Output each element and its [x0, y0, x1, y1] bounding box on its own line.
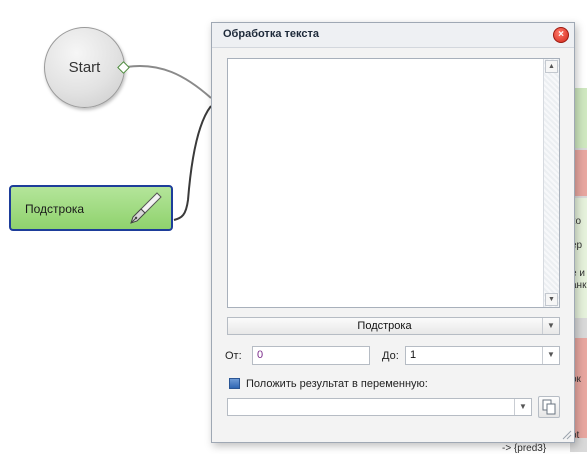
copy-icon: [542, 399, 556, 415]
scroll-up-icon[interactable]: ▲: [545, 60, 558, 73]
pen-nib-icon: [130, 192, 162, 224]
operation-dropdown[interactable]: Подстрока ▼: [227, 317, 560, 335]
variable-dropdown[interactable]: ▼: [227, 398, 532, 416]
from-label: От:: [225, 350, 242, 362]
to-label: До:: [382, 350, 399, 362]
to-value: 1: [410, 349, 417, 361]
save-to-variable-checkbox[interactable]: [229, 378, 240, 389]
dropdown-arrow-icon[interactable]: ▼: [542, 318, 559, 334]
start-node[interactable]: Start: [44, 27, 125, 108]
start-node-label: Start: [68, 59, 101, 76]
copy-button[interactable]: [538, 396, 560, 418]
to-field[interactable]: 1 ▼: [405, 346, 560, 365]
operation-selected: Подстрока: [357, 320, 412, 332]
text-processing-dialog: Обработка текста × ▲ ▼ Подстрока ▼ От: 0…: [211, 22, 575, 443]
save-to-variable-label: Положить результат в переменную:: [246, 378, 428, 390]
vertical-scrollbar[interactable]: ▲ ▼: [543, 59, 559, 307]
substring-action-node[interactable]: Подстрока: [9, 185, 173, 231]
action-node-label: Подстрока: [25, 202, 85, 216]
start-connection-wire: [125, 65, 212, 99]
dropdown-arrow-icon[interactable]: ▼: [514, 399, 531, 415]
dialog-header[interactable]: Обработка текста ×: [212, 23, 574, 48]
resize-grip-icon[interactable]: [560, 428, 572, 440]
from-field[interactable]: 0: [252, 346, 370, 365]
close-icon[interactable]: ×: [553, 27, 569, 43]
input-text-area[interactable]: ▲ ▼: [227, 58, 560, 308]
action-connection-wire: [173, 105, 212, 221]
dialog-title: Обработка текста: [223, 28, 319, 40]
bg-fragment: -> {pred3}: [502, 443, 547, 454]
input-text-field[interactable]: [228, 59, 543, 307]
dropdown-arrow-icon[interactable]: ▼: [542, 347, 559, 364]
scroll-down-icon[interactable]: ▼: [545, 293, 558, 306]
from-value: 0: [257, 349, 264, 361]
